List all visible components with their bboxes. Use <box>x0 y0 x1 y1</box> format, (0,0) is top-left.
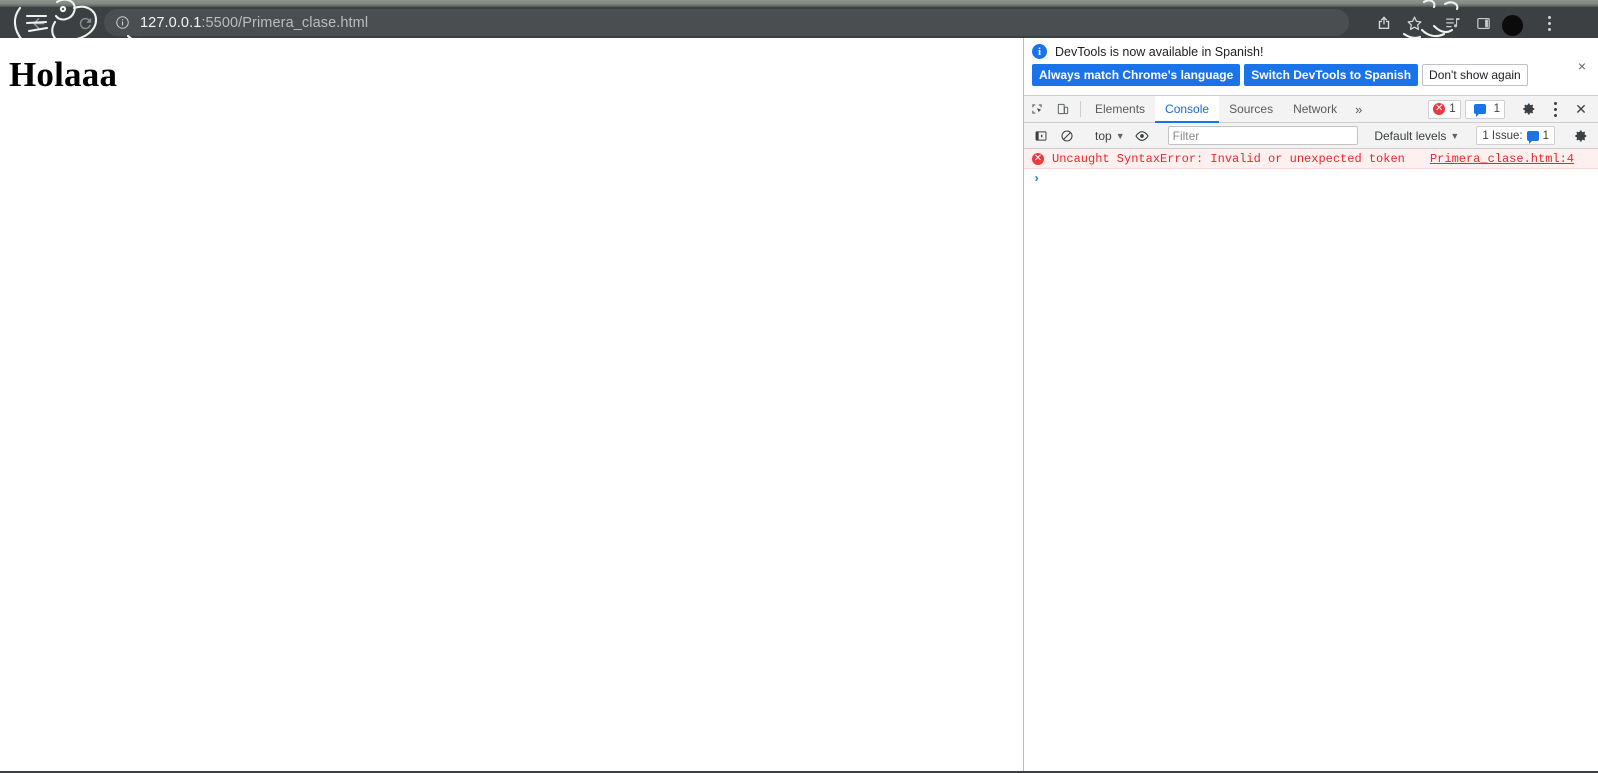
devtools-language-infobar: i DevTools is now available in Spanish! … <box>1024 38 1598 96</box>
tab-console[interactable]: Console <box>1155 96 1220 123</box>
issues-badge[interactable]: 1 Issue: 1 <box>1476 126 1555 145</box>
page-title: Holaaa <box>9 55 118 94</box>
inspect-element-button[interactable] <box>1024 96 1050 122</box>
infobar-buttons: Always match Chrome's language Switch De… <box>1024 59 1598 86</box>
share-icon <box>1378 16 1390 29</box>
tab-sources[interactable]: Sources <box>1219 96 1283 122</box>
device-toolbar-button[interactable] <box>1050 96 1076 122</box>
console-log-levels-selector[interactable]: Default levels ▼ <box>1370 129 1463 143</box>
infobar-message: DevTools is now available in Spanish! <box>1055 44 1264 59</box>
media-control-button[interactable] <box>1440 10 1466 36</box>
error-count-badge[interactable]: ✕ 1 <box>1428 99 1461 119</box>
dont-show-again-button[interactable]: Don't show again <box>1422 64 1528 86</box>
tabbar-divider <box>1080 101 1081 117</box>
gear-icon <box>1575 130 1587 141</box>
devtools-tabbar: Elements Console Sources Network » ✕ 1 1 <box>1024 96 1598 123</box>
devtools-more-button[interactable] <box>1542 100 1568 118</box>
infobar-close-button[interactable]: × <box>1575 59 1589 73</box>
live-expression-eye-icon <box>1134 130 1149 141</box>
close-icon: ✕ <box>1575 100 1587 117</box>
side-panel-icon <box>1476 17 1490 29</box>
prompt-chevron-icon: › <box>1033 171 1041 186</box>
clear-console-button[interactable] <box>1054 129 1080 143</box>
infobar-message-row: i DevTools is now available in Spanish! <box>1024 38 1598 59</box>
page-viewport: Holaaa <box>0 38 1024 771</box>
inspect-element-icon <box>1032 104 1042 114</box>
url-text: 127.0.0.1:5500/Primera_clase.html <box>140 15 368 31</box>
info-icon: i <box>1032 44 1047 59</box>
reload-button[interactable] <box>72 10 98 36</box>
console-error-message[interactable]: ✕ Uncaught SyntaxError: Invalid or unexp… <box>1024 149 1598 169</box>
tab-elements[interactable]: Elements <box>1085 96 1155 122</box>
error-count: 1 <box>1449 103 1456 115</box>
message-count: 1 <box>1493 103 1500 115</box>
issues-label: 1 Issue: <box>1482 129 1523 142</box>
console-sidebar-toggle[interactable] <box>1028 129 1054 143</box>
console-levels-value: Default levels <box>1374 128 1447 143</box>
bookmark-button[interactable] <box>1401 10 1427 36</box>
chevron-down-icon: ▼ <box>1115 130 1125 141</box>
always-match-language-button[interactable]: Always match Chrome's language <box>1032 64 1241 86</box>
url-bar[interactable]: 127.0.0.1:5500/Primera_clase.html <box>104 9 1349 36</box>
browser-toolbar: 127.0.0.1:5500/Primera_clase.html <box>0 7 1598 38</box>
side-panel-button[interactable] <box>1470 10 1496 36</box>
back-button[interactable] <box>25 10 51 36</box>
profile-avatar[interactable] <box>1502 15 1523 36</box>
console-error-source-link[interactable]: Primera_clase.html:4 <box>1430 152 1574 166</box>
chrome-menu-button[interactable] <box>1536 10 1562 36</box>
console-sidebar-icon <box>1035 130 1047 141</box>
media-list-icon <box>1446 18 1460 28</box>
clear-console-icon <box>1061 129 1073 142</box>
issues-count: 1 <box>1542 129 1549 142</box>
chevron-down-icon: ▼ <box>1450 130 1460 141</box>
console-context-selector[interactable]: top ▼ <box>1091 129 1129 143</box>
devtools-settings-button[interactable] <box>1516 102 1542 116</box>
switch-devtools-language-button[interactable]: Switch DevTools to Spanish <box>1244 64 1419 86</box>
url-path: :5500/Primera_clase.html <box>201 14 369 31</box>
devtools-panel: i DevTools is now available in Spanish! … <box>1024 38 1598 771</box>
live-expression-button[interactable] <box>1129 128 1155 144</box>
console-prompt[interactable]: › <box>1024 169 1598 188</box>
console-settings-button[interactable] <box>1568 129 1594 143</box>
console-error-text: Uncaught SyntaxError: Invalid or unexpec… <box>1052 151 1405 166</box>
error-icon: ✕ <box>1433 103 1446 115</box>
info-circle-icon[interactable] <box>114 14 131 31</box>
tab-overflow-button[interactable]: » <box>1347 96 1370 122</box>
error-icon: ✕ <box>1032 152 1044 165</box>
kebab-menu-icon <box>1547 14 1551 32</box>
tabbar-right-group: ✕ 1 1 ✕ <box>1426 96 1598 122</box>
issues-bubble-icon <box>1526 130 1539 144</box>
devtools-close-button[interactable]: ✕ <box>1568 101 1594 118</box>
device-toolbar-icon <box>1057 103 1069 115</box>
gear-icon <box>1523 103 1535 115</box>
console-message-list[interactable]: ✕ Uncaught SyntaxError: Invalid or unexp… <box>1024 149 1598 747</box>
kebab-menu-icon <box>1553 100 1557 118</box>
share-button[interactable] <box>1371 10 1397 36</box>
back-arrow-icon <box>32 17 44 29</box>
url-host: 127.0.0.1 <box>140 14 202 31</box>
message-count-badge[interactable]: 1 <box>1464 99 1505 119</box>
star-icon <box>1407 16 1421 30</box>
tab-network[interactable]: Network <box>1283 96 1347 122</box>
console-toolbar: top ▼ Default levels ▼ 1 Issue: 1 <box>1024 123 1598 149</box>
reload-icon <box>79 17 91 29</box>
browser-chrome: 127.0.0.1:5500/Primera_clase.html <box>0 0 1598 42</box>
tab-strip[interactable] <box>0 0 1598 7</box>
message-bubble-icon <box>1473 104 1486 117</box>
console-filter-input[interactable] <box>1167 126 1358 145</box>
console-context-value: top <box>1095 128 1112 143</box>
